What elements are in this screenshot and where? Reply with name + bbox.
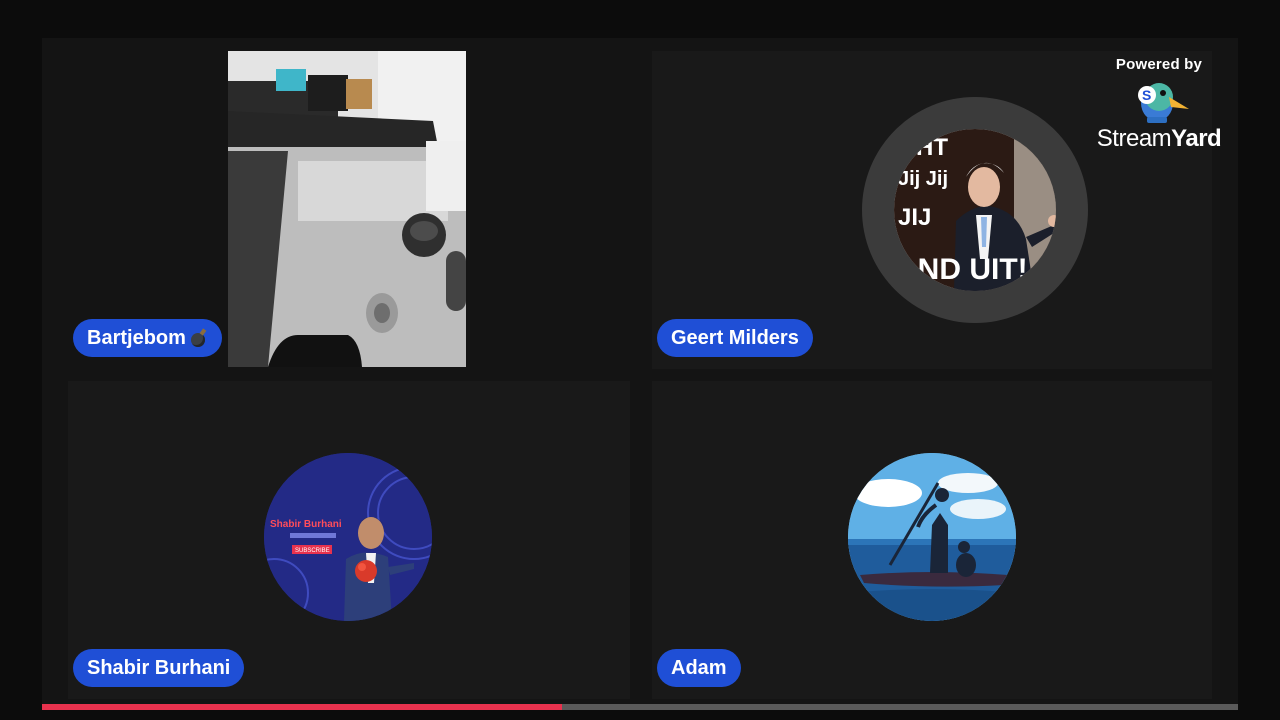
avatar: ICHT Jij Jij JIJ AND UIT!	[894, 129, 1056, 291]
avatar-ring: ICHT Jij Jij JIJ AND UIT!	[862, 97, 1088, 323]
participant-tile-bartjebom[interactable]: Bartjebom	[68, 51, 630, 369]
meme-text-4: AND UIT!	[896, 253, 1028, 286]
camera-feed	[228, 51, 466, 367]
subscribe-text: SUBSCRIBE	[295, 548, 330, 554]
name-tag: Bartjebom	[73, 319, 222, 357]
playback-progress-fill	[42, 704, 563, 710]
meme-text-1: ICHT	[894, 134, 948, 161]
powered-by-label: Powered by	[1115, 56, 1203, 73]
meme-text-3: JIJ	[898, 204, 931, 231]
participant-name: Shabir Burhani	[87, 657, 231, 679]
name-tag: Shabir Burhani	[73, 649, 245, 687]
streamyard-watermark: Powered by S StreamYard	[1094, 56, 1224, 153]
bomb-emoji-icon	[190, 329, 208, 347]
svg-text:S: S	[1142, 87, 1151, 103]
avatar: Shabir Burhani SUBSCRIBE	[264, 453, 432, 621]
participant-name: Bartjebom	[87, 327, 186, 349]
participant-tile-shabir-burhani[interactable]: Shabir Burhani SUBSCRIBE Shabir Burhani	[68, 381, 630, 699]
avatar	[848, 453, 1016, 621]
participant-name: Geert Milders	[671, 327, 799, 349]
avatar-title: Shabir Burhani	[270, 519, 342, 530]
video-stage: Bartjebom ICHT Jij Jij JIJ AND UIT! Geer…	[42, 38, 1238, 706]
streamyard-wordmark: StreamYard	[1096, 125, 1222, 152]
name-tag: Geert Milders	[657, 319, 813, 357]
streamyard-duck-icon: S	[1129, 77, 1189, 123]
meme-text-2: Jij Jij	[898, 168, 948, 190]
name-tag: Adam	[657, 649, 741, 687]
participant-tile-adam[interactable]: Adam	[652, 381, 1212, 699]
playback-progress-track[interactable]	[42, 704, 1238, 710]
participant-name: Adam	[671, 657, 727, 679]
